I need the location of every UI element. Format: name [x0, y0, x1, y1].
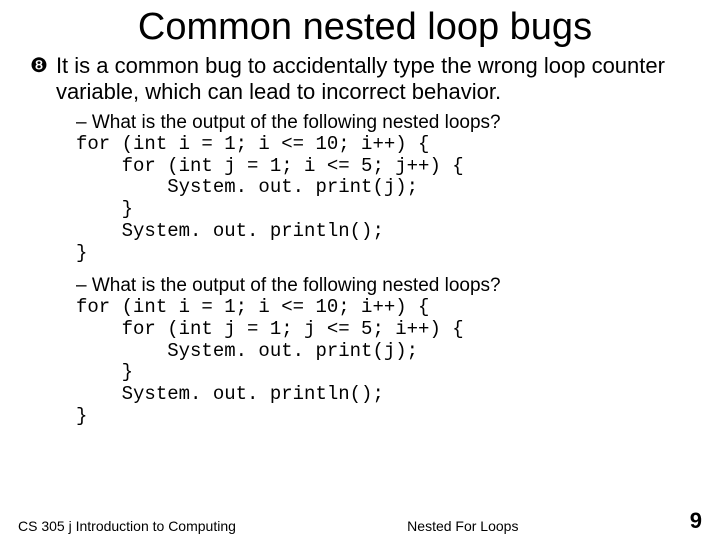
sub-block-2: – What is the output of the following ne…	[76, 275, 700, 428]
footer: CS 305 j Introduction to Computing Neste…	[18, 508, 702, 534]
page-number: 9	[690, 508, 702, 534]
footer-center: Nested For Loops	[236, 518, 690, 534]
bullet-text: It is a common bug to accidentally type …	[56, 53, 700, 106]
bullet-marker-icon: ❽	[30, 53, 48, 79]
sub-question-1: – What is the output of the following ne…	[76, 112, 700, 134]
sub-question-2: – What is the output of the following ne…	[76, 275, 700, 297]
code-block-1: for (int i = 1; i <= 10; i++) { for (int…	[76, 134, 700, 265]
code-block-2: for (int i = 1; i <= 10; i++) { for (int…	[76, 297, 700, 428]
main-bullet: ❽ It is a common bug to accidentally typ…	[30, 53, 700, 106]
slide-title: Common nested loop bugs	[30, 6, 700, 49]
footer-left: CS 305 j Introduction to Computing	[18, 518, 236, 534]
sub-block-1: – What is the output of the following ne…	[76, 112, 700, 265]
